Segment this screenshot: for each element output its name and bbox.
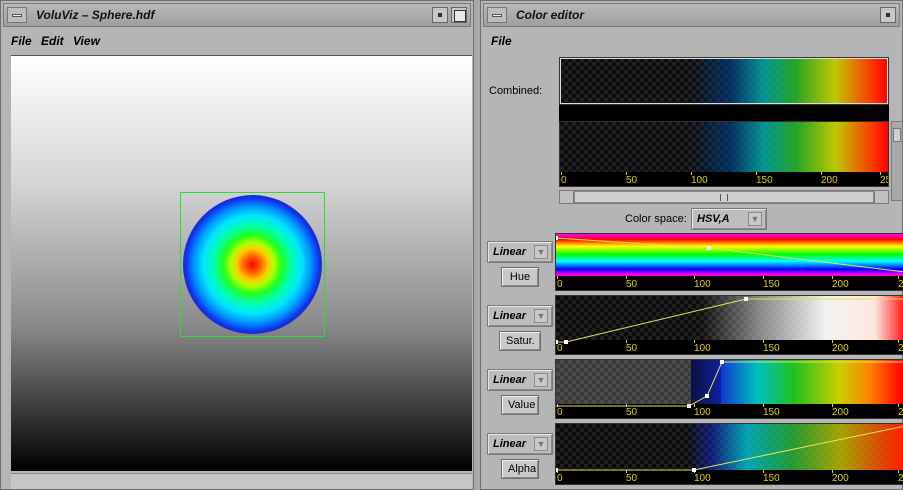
control-point[interactable] — [555, 340, 558, 344]
transfer-preview: 0 50 100 150 200 25 — [559, 121, 889, 187]
volume-bounding-box — [180, 192, 325, 337]
tick-label: 100 — [694, 404, 711, 418]
tick-label: 150 — [763, 340, 780, 354]
tick-label: 200 — [832, 276, 849, 290]
window-menu-icon[interactable] — [487, 7, 507, 23]
tick-label: 200 — [832, 470, 849, 484]
dropdown-arrow-icon: ▼ — [534, 245, 548, 259]
scroll-left-arrow[interactable] — [560, 191, 574, 203]
tick-label: 150 — [763, 470, 780, 484]
scroll-right-arrow[interactable] — [874, 191, 888, 203]
voluviz-menubar: File Edit View — [3, 29, 471, 53]
tick-label: 50 — [626, 470, 638, 484]
saturation-editor[interactable]: 0 50 100 150 200 2 — [555, 295, 903, 355]
tick-label: 50 — [626, 340, 638, 354]
tick-label: 25 — [880, 172, 888, 186]
value-editor[interactable]: 0 50 100 150 200 2 — [555, 359, 903, 419]
window-menu-icon[interactable] — [7, 7, 27, 23]
control-point[interactable] — [744, 297, 748, 301]
dropdown-arrow-icon: ▼ — [748, 212, 762, 226]
alpha-button[interactable]: Alpha — [501, 459, 539, 479]
control-point[interactable] — [705, 394, 709, 398]
control-point[interactable] — [692, 468, 696, 472]
tick-label: 150 — [756, 172, 773, 186]
scroll-thumb[interactable] — [893, 128, 901, 142]
control-point[interactable] — [555, 468, 558, 472]
menu-file[interactable]: File — [11, 34, 32, 48]
rendered-sphere — [183, 195, 322, 334]
tick-label: 100 — [694, 340, 711, 354]
tick-label: 2 — [898, 340, 903, 354]
render-viewport[interactable] — [11, 55, 472, 471]
alpha-editor[interactable]: 0 50 100 150 200 2 — [555, 423, 903, 485]
dropdown-arrow-icon: ▼ — [534, 437, 548, 451]
color-editor-window: Color editor File Combined: 0 50 100 150… — [480, 0, 903, 490]
tick-label: 100 — [694, 276, 711, 290]
tick-label: 2 — [898, 470, 903, 484]
menu-file[interactable]: File — [491, 34, 512, 48]
value-curve[interactable] — [556, 360, 903, 408]
saturation-curve[interactable] — [555, 296, 903, 344]
minimize-icon[interactable] — [880, 7, 896, 23]
window-title: Color editor — [516, 8, 584, 22]
tick-label: 0 — [561, 172, 567, 186]
tick-label: 200 — [821, 172, 838, 186]
hue-curve[interactable] — [556, 234, 903, 278]
alpha-curve[interactable] — [556, 424, 903, 472]
combined-preview — [559, 57, 889, 105]
dropdown-arrow-icon: ▼ — [534, 309, 548, 323]
voluviz-window: VoluViz – Sphere.hdf File Edit View — [0, 0, 474, 490]
alpha-mode-select[interactable]: Linear ▼ — [487, 433, 553, 455]
hue-mode-select[interactable]: Linear ▼ — [487, 241, 553, 263]
saturation-mode-select[interactable]: Linear ▼ — [487, 305, 553, 327]
combined-label: Combined: — [489, 85, 543, 97]
transfer-axis: 0 50 100 150 200 25 — [560, 172, 888, 186]
combined-separator — [559, 105, 889, 121]
tick-label: 50 — [626, 404, 638, 418]
value-button[interactable]: Value — [501, 395, 539, 415]
tick-label: 50 — [626, 276, 638, 290]
menu-edit[interactable]: Edit — [41, 34, 64, 48]
tick-label: 0 — [557, 470, 563, 484]
voluviz-titlebar[interactable]: VoluViz – Sphere.hdf — [3, 3, 471, 27]
color-space-select[interactable]: HSV,A ▼ — [691, 208, 767, 230]
hue-button[interactable]: Hue — [501, 267, 539, 287]
control-point[interactable] — [720, 360, 724, 364]
tick-label: 2 — [898, 404, 903, 418]
menu-view[interactable]: View — [73, 34, 100, 48]
tick-label: 0 — [557, 276, 563, 290]
dropdown-arrow-icon: ▼ — [534, 373, 548, 387]
control-point[interactable] — [555, 236, 558, 240]
horizontal-scrollbar[interactable] — [559, 190, 889, 204]
tick-label: 100 — [691, 172, 708, 186]
tick-label: 2 — [898, 276, 903, 290]
color-editor-titlebar[interactable]: Color editor — [483, 3, 900, 27]
tick-label: 0 — [557, 404, 563, 418]
minimize-icon[interactable] — [432, 7, 448, 23]
maximize-icon[interactable] — [451, 7, 467, 23]
tick-label: 0 — [557, 340, 563, 354]
status-bar — [11, 473, 472, 489]
color-editor-menubar: File — [483, 29, 900, 53]
tick-label: 150 — [763, 404, 780, 418]
color-space-label: Color space: — [625, 213, 687, 225]
scroll-thumb[interactable] — [574, 191, 874, 203]
tick-label: 150 — [763, 276, 780, 290]
vertical-scrollbar[interactable] — [891, 121, 903, 201]
tick-label: 100 — [694, 470, 711, 484]
control-point[interactable] — [687, 404, 691, 408]
control-point[interactable] — [707, 246, 711, 250]
saturation-button[interactable]: Satur. — [499, 331, 541, 351]
window-title: VoluViz – Sphere.hdf — [36, 8, 155, 22]
tick-label: 200 — [832, 404, 849, 418]
value-mode-select[interactable]: Linear ▼ — [487, 369, 553, 391]
tick-label: 50 — [626, 172, 638, 186]
tick-label: 200 — [832, 340, 849, 354]
control-point[interactable] — [564, 340, 568, 344]
hue-editor[interactable]: 0 50 100 150 200 2 — [555, 233, 903, 291]
